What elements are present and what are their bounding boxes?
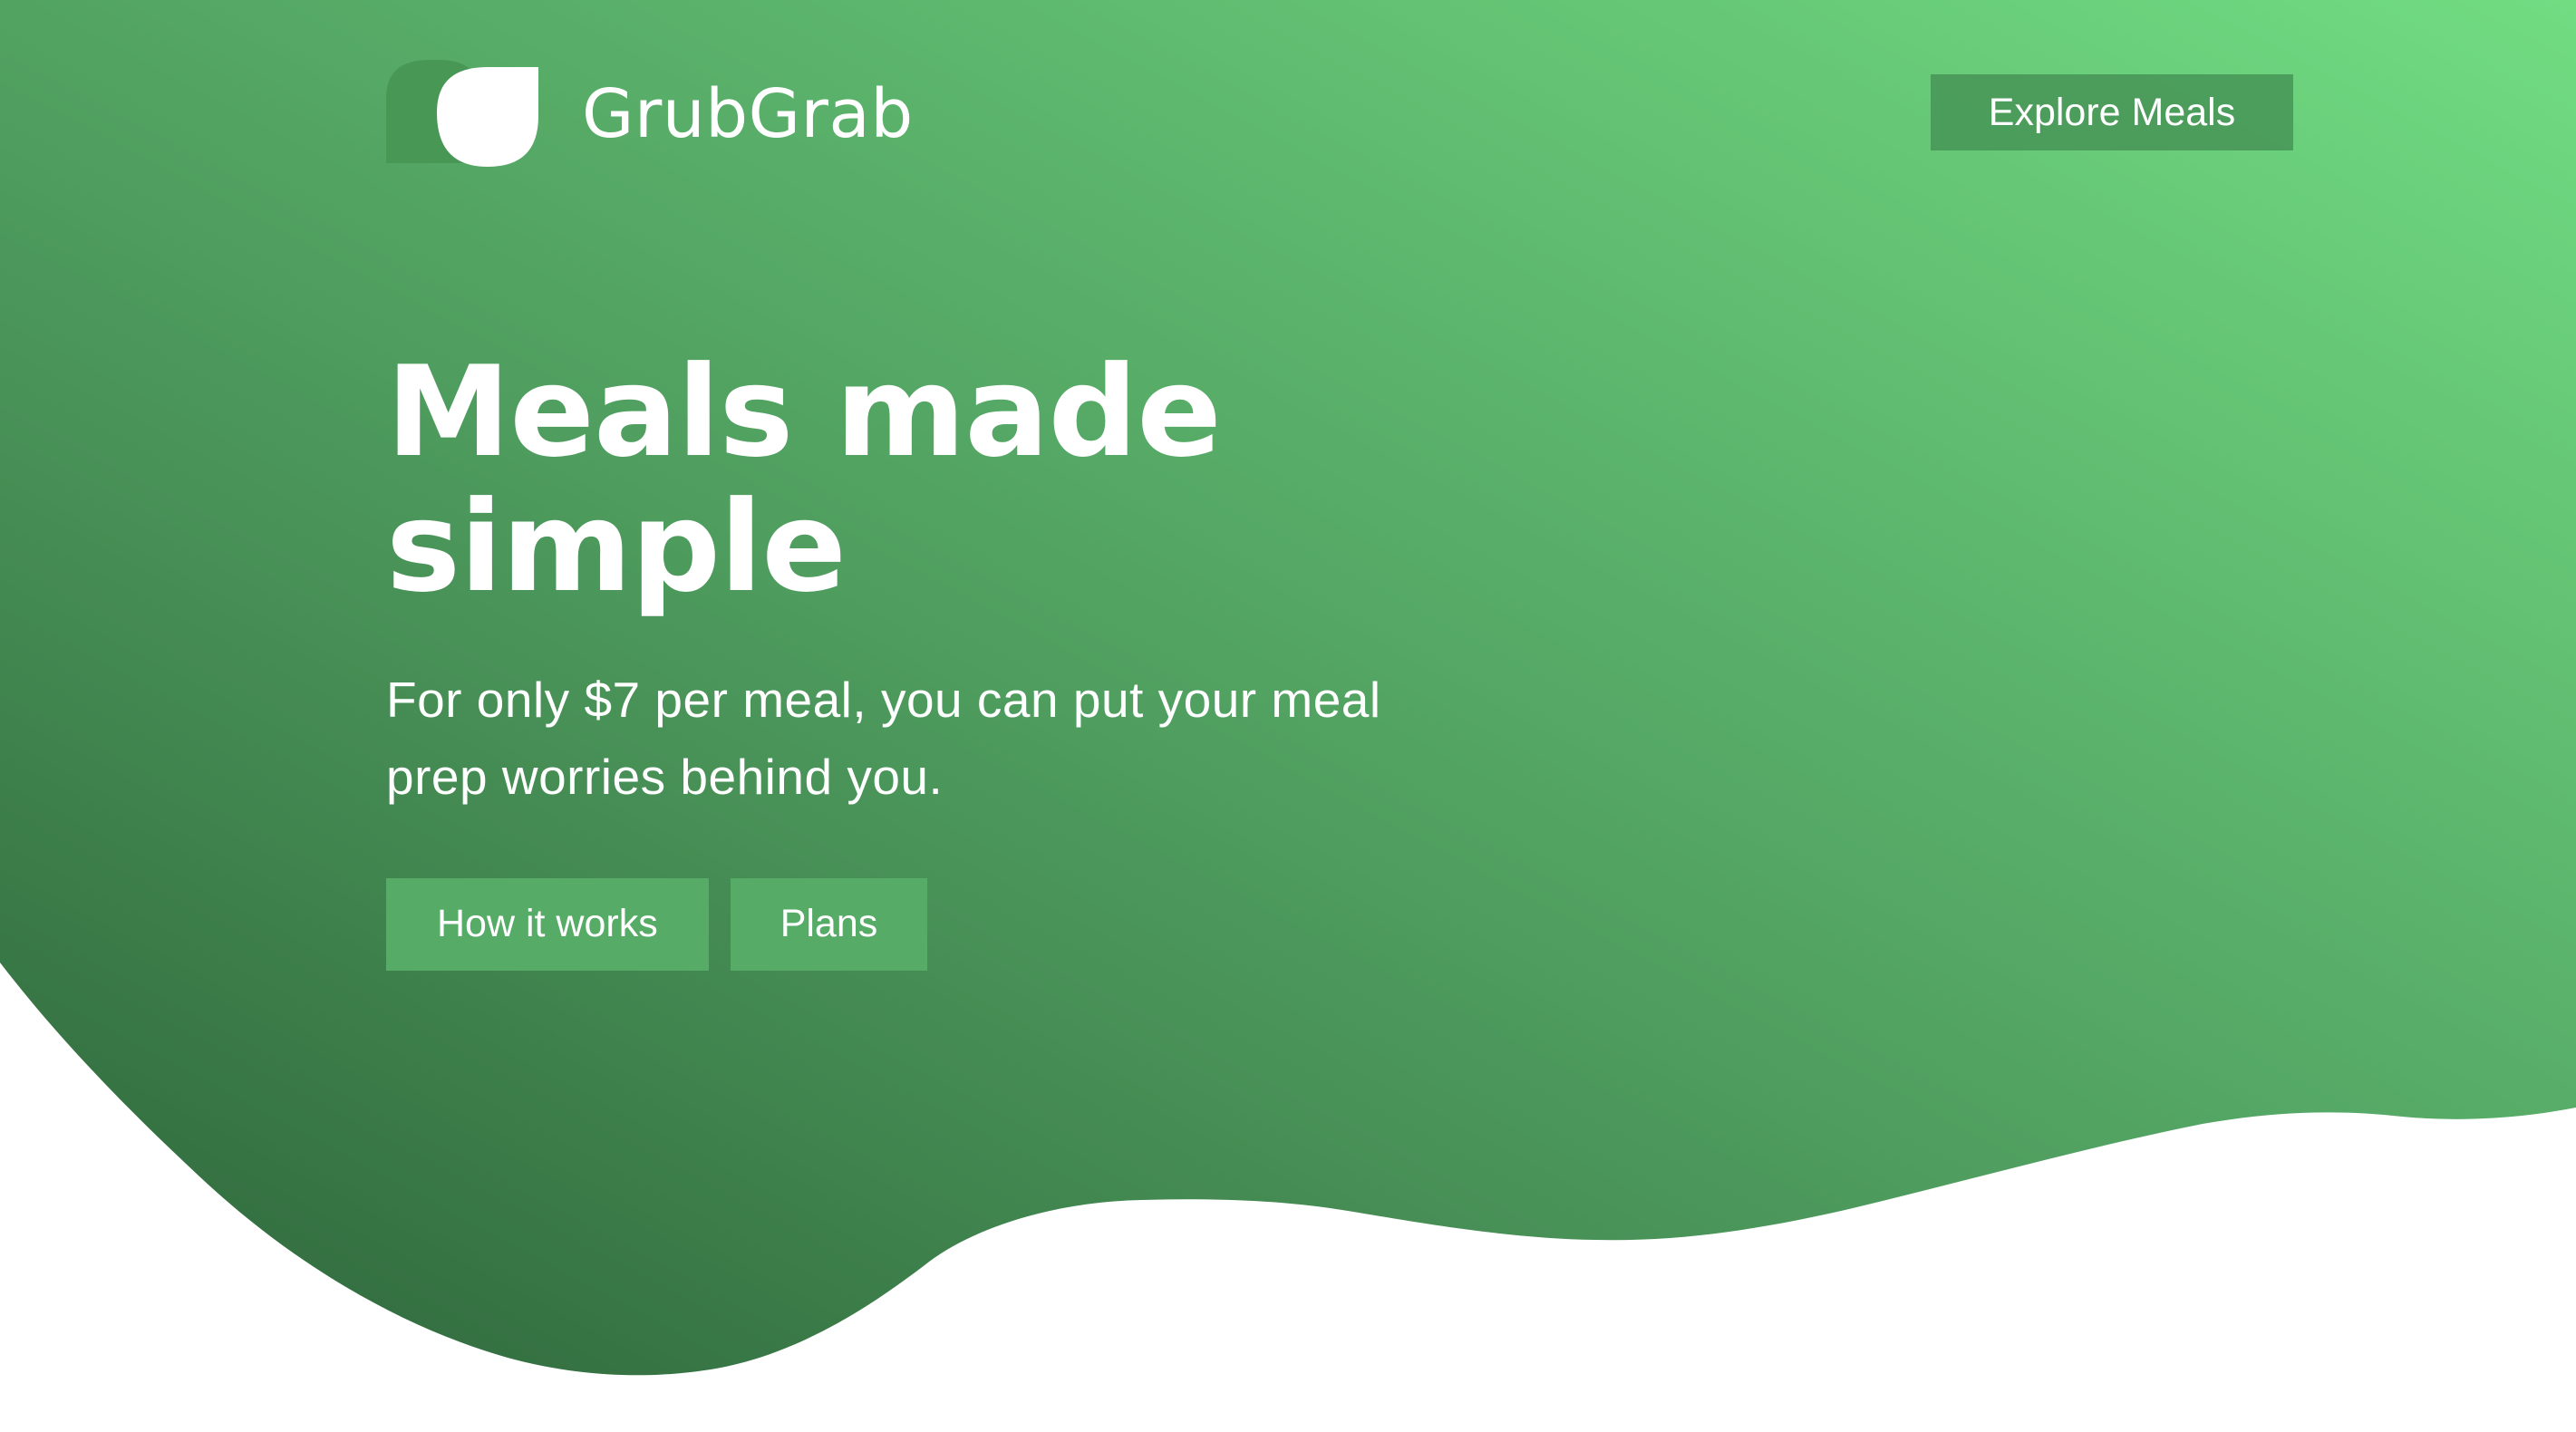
how-it-works-button[interactable]: How it works: [386, 877, 709, 971]
hero-subtitle: For only $7 per meal, you can put your m…: [386, 672, 1381, 806]
cta-buttons: How it works Plans: [386, 877, 1564, 971]
hero-title: Meals made simple: [386, 339, 1222, 621]
landing-page: GrubGrab Explore Meals Meals made simple…: [0, 0, 2576, 1432]
hero-content: Meals made simple For only $7 per meal, …: [386, 344, 1564, 971]
logo[interactable]: GrubGrab: [386, 60, 914, 169]
explore-meals-button[interactable]: Explore Meals: [1931, 74, 2293, 150]
site-header: GrubGrab Explore Meals: [0, 0, 2576, 181]
brand-name: GrubGrab: [582, 75, 914, 153]
leaf-icon: [386, 60, 538, 167]
plans-button[interactable]: Plans: [730, 877, 928, 971]
